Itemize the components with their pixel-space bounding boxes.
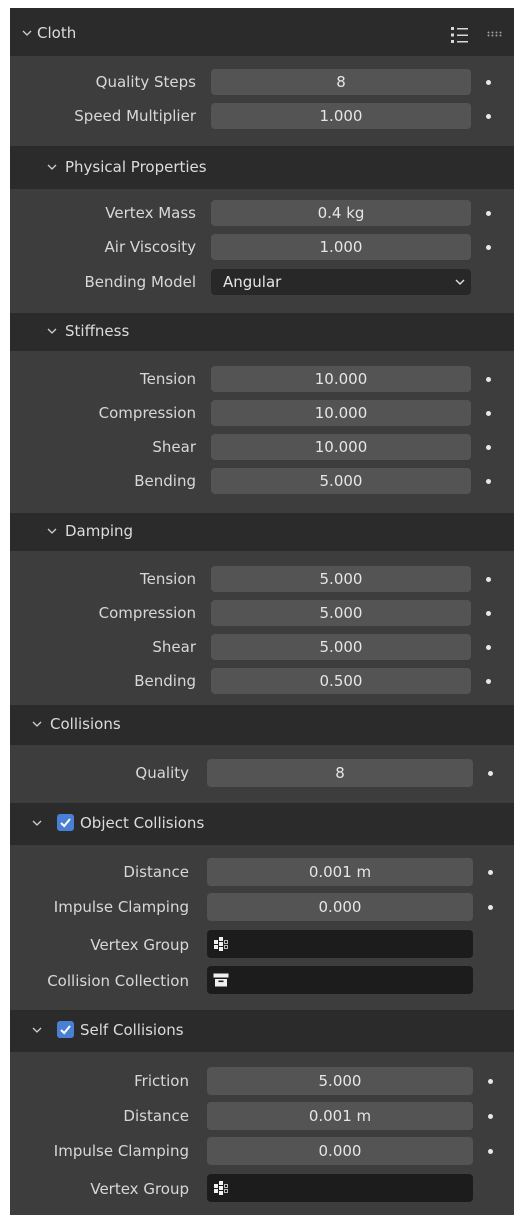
self-collisions-title: Self Collisions <box>80 1021 184 1039</box>
keyframe-dot-icon[interactable] <box>488 1114 493 1119</box>
self-collisions-title-row[interactable]: Self Collisions <box>10 1014 514 1046</box>
drag-grip-icon[interactable] <box>487 31 503 37</box>
stiffness-bending-label: Bending <box>134 472 196 490</box>
self-distance-field[interactable]: 0.001 m <box>207 1102 473 1130</box>
keyframe-dot-icon[interactable] <box>486 411 491 416</box>
speed-multiplier-label: Speed Multiplier <box>74 107 196 125</box>
keyframe-dot-icon[interactable] <box>486 645 491 650</box>
chevron-down-icon <box>455 279 465 285</box>
chevron-down-icon[interactable] <box>32 719 42 729</box>
self-friction-label: Friction <box>134 1072 189 1090</box>
keyframe-dot-icon[interactable] <box>486 577 491 582</box>
damping-shear-label: Shear <box>152 638 196 656</box>
keyframe-dot-icon[interactable] <box>486 479 491 484</box>
keyframe-dot-icon[interactable] <box>488 1079 493 1084</box>
speed-multiplier-field[interactable]: 1.000 <box>211 103 471 129</box>
object-vertex-group-field[interactable] <box>207 930 473 958</box>
damping-shear-field[interactable]: 5.000 <box>211 634 471 660</box>
object-vertex-group-label: Vertex Group <box>90 936 189 954</box>
vertex-mass-label: Vertex Mass <box>105 204 196 222</box>
keyframe-dot-icon[interactable] <box>486 377 491 382</box>
object-collisions-title-row[interactable]: Object Collisions <box>10 807 514 839</box>
keyframe-dot-icon[interactable] <box>488 905 493 910</box>
physical-properties-title-row[interactable]: Physical Properties <box>10 151 514 183</box>
damping-title: Damping <box>65 522 134 540</box>
damping-title-row[interactable]: Damping <box>10 515 514 547</box>
keyframe-dot-icon[interactable] <box>486 611 491 616</box>
stiffness-title-row[interactable]: Stiffness <box>10 315 514 347</box>
list-icon[interactable] <box>450 26 470 44</box>
stiffness-shear-label: Shear <box>152 438 196 456</box>
chevron-down-icon[interactable] <box>47 162 57 172</box>
damping-tension-field[interactable]: 5.000 <box>211 566 471 592</box>
vertex-group-icon <box>214 1181 228 1195</box>
damping-bending-label: Bending <box>134 672 196 690</box>
self-collisions-checkbox[interactable] <box>57 1021 74 1038</box>
stiffness-bending-field[interactable]: 5.000 <box>211 468 471 494</box>
keyframe-dot-icon[interactable] <box>486 245 491 250</box>
cloth-properties-panel: Cloth Quality Steps 8 Speed Multiplier 1… <box>10 8 514 1215</box>
air-viscosity-field[interactable]: 1.000 <box>211 234 471 260</box>
checkmark-icon <box>60 1025 71 1035</box>
stiffness-tension-field[interactable]: 10.000 <box>211 366 471 392</box>
physical-properties-title: Physical Properties <box>65 158 207 176</box>
checkmark-icon <box>60 818 71 828</box>
stiffness-title: Stiffness <box>65 322 130 340</box>
collisions-title: Collisions <box>50 715 121 733</box>
collision-quality-field[interactable]: 8 <box>207 759 473 787</box>
keyframe-dot-icon[interactable] <box>488 870 493 875</box>
quality-steps-field[interactable]: 8 <box>211 69 471 95</box>
stiffness-tension-label: Tension <box>139 370 196 388</box>
object-impulse-clamping-field[interactable]: 0.000 <box>207 893 473 921</box>
keyframe-dot-icon[interactable] <box>486 679 491 684</box>
keyframe-dot-icon[interactable] <box>488 1149 493 1154</box>
keyframe-dot-icon[interactable] <box>486 211 491 216</box>
chevron-down-icon[interactable] <box>47 326 57 336</box>
chevron-down-icon[interactable] <box>32 1025 42 1035</box>
collision-collection-label: Collision Collection <box>47 972 189 990</box>
cloth-panel-title-row[interactable]: Cloth <box>10 17 514 49</box>
collision-quality-label: Quality <box>135 764 189 782</box>
damping-compression-field[interactable]: 5.000 <box>211 600 471 626</box>
bending-model-dropdown[interactable]: Angular <box>211 269 471 295</box>
stiffness-compression-label: Compression <box>98 404 196 422</box>
self-vertex-group-label: Vertex Group <box>90 1180 189 1198</box>
object-impulse-clamping-label: Impulse Clamping <box>53 898 189 916</box>
collision-collection-field[interactable] <box>207 966 473 994</box>
object-distance-label: Distance <box>123 863 189 881</box>
chevron-down-icon[interactable] <box>47 526 57 536</box>
keyframe-dot-icon[interactable] <box>486 80 491 85</box>
bending-model-label: Bending Model <box>84 273 196 291</box>
object-collisions-title: Object Collisions <box>80 814 205 832</box>
keyframe-dot-icon[interactable] <box>486 114 491 119</box>
quality-steps-label: Quality Steps <box>95 73 196 91</box>
cloth-panel-title: Cloth <box>37 24 77 42</box>
bending-model-value: Angular <box>223 273 282 291</box>
stiffness-compression-field[interactable]: 10.000 <box>211 400 471 426</box>
damping-bending-field[interactable]: 0.500 <box>211 668 471 694</box>
self-friction-field[interactable]: 5.000 <box>207 1067 473 1095</box>
object-collisions-checkbox[interactable] <box>57 814 74 831</box>
self-impulse-clamping-label: Impulse Clamping <box>53 1142 189 1160</box>
air-viscosity-label: Air Viscosity <box>104 238 196 256</box>
keyframe-dot-icon[interactable] <box>486 445 491 450</box>
object-distance-field[interactable]: 0.001 m <box>207 858 473 886</box>
self-distance-label: Distance <box>123 1107 189 1125</box>
stiffness-shear-field[interactable]: 10.000 <box>211 434 471 460</box>
vertex-mass-field[interactable]: 0.4 kg <box>211 200 471 226</box>
vertex-group-icon <box>214 937 228 951</box>
keyframe-dot-icon[interactable] <box>488 771 493 776</box>
self-impulse-clamping-field[interactable]: 0.000 <box>207 1137 473 1165</box>
chevron-down-icon[interactable] <box>22 28 32 38</box>
self-vertex-group-field[interactable] <box>207 1174 473 1202</box>
collection-box-icon <box>213 973 229 987</box>
damping-tension-label: Tension <box>139 570 196 588</box>
damping-compression-label: Compression <box>98 604 196 622</box>
chevron-down-icon[interactable] <box>32 818 42 828</box>
collisions-title-row[interactable]: Collisions <box>10 708 514 740</box>
